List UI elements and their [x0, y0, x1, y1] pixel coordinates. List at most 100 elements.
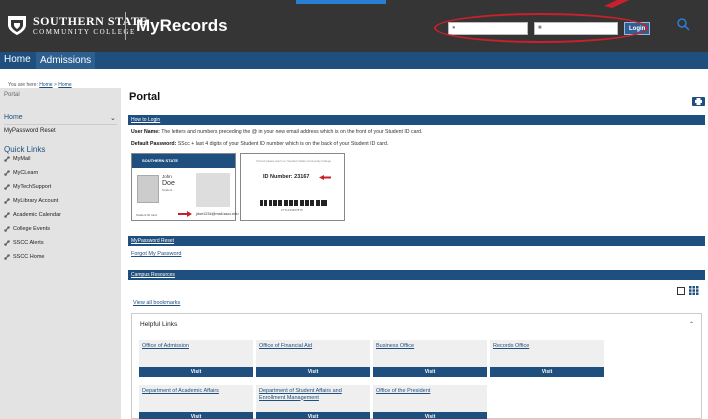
- password-text: SScc + last 4 digits of your Student ID …: [176, 141, 389, 147]
- link-card-title[interactable]: Office of the President: [376, 388, 484, 395]
- nav-admissions[interactable]: Admissions: [36, 52, 96, 69]
- link-card: Office of the President Visit: [373, 385, 487, 419]
- forgot-password-link[interactable]: Forgot My Password: [131, 251, 181, 257]
- card-header: SOUTHERN STATE: [132, 154, 235, 168]
- id-card-back: If found please return to: Southern Stat…: [240, 153, 345, 221]
- card-last-name: Doe: [162, 180, 175, 187]
- link-icon: [4, 240, 10, 246]
- sidebar-item-myclearn[interactable]: MyCLearn: [4, 170, 38, 176]
- grid-view-icon[interactable]: [689, 286, 699, 295]
- sidebar-link-label: Academic Calendar: [13, 212, 61, 218]
- college-logo[interactable]: SOUTHERN STATE COMMUNITY COLLEGE: [6, 14, 148, 36]
- sidebar-item-mylibrary[interactable]: MyLibrary Account: [4, 198, 58, 204]
- username-text: The letters and numbers preceding the @ …: [159, 129, 423, 135]
- password-reset-link[interactable]: MyPassword Reset: [131, 238, 174, 244]
- link-icon: [4, 212, 10, 218]
- how-to-login-link[interactable]: How to Login: [131, 117, 160, 123]
- sidebar-link-label: College Events: [13, 226, 50, 232]
- sidebar-item-password-reset[interactable]: MyPassword Reset: [4, 128, 56, 134]
- logo-line1: SOUTHERN STATE: [33, 13, 148, 28]
- card-brand: SOUTHERN STATE: [142, 158, 179, 163]
- card-id-label: Student ID card: [136, 213, 157, 217]
- card-email: jdoe1234@mail.sscc.edu: [196, 212, 239, 216]
- list-view-icon[interactable]: [677, 287, 685, 295]
- visit-button[interactable]: Visit: [139, 412, 253, 419]
- link-card: Department of Academic Affairs Visit: [139, 385, 253, 419]
- sidebar-item-academic-calendar[interactable]: Academic Calendar: [4, 212, 61, 218]
- link-card-title[interactable]: Department of Student Affairs and Enroll…: [259, 388, 367, 401]
- page-title: Portal: [129, 91, 161, 103]
- card-return-text: If found please return to: Southern Stat…: [256, 159, 331, 163]
- barcode-icon: [260, 200, 327, 206]
- visit-button[interactable]: Visit: [373, 412, 487, 419]
- quick-links-heading: Quick Links: [4, 145, 46, 154]
- photo-placeholder: [137, 175, 159, 203]
- visit-button[interactable]: Visit: [256, 367, 370, 377]
- header-divider: [125, 12, 126, 40]
- sidebar-item-mytechsupport[interactable]: MyTechSupport: [4, 184, 51, 190]
- link-card: Department of Student Affairs and Enroll…: [256, 385, 370, 419]
- link-card-title[interactable]: Office of Financial Aid: [259, 343, 367, 350]
- highlight-oval: [434, 13, 648, 43]
- cropped-blue-arrow-icon: [296, 0, 386, 4]
- sidebar-link-label: MyTechSupport: [13, 184, 52, 190]
- link-icon: [4, 170, 10, 176]
- link-card-title[interactable]: Business Office: [376, 343, 484, 350]
- link-icon: [4, 198, 10, 204]
- campus-resources-link[interactable]: Campus Resources: [131, 272, 175, 278]
- sidebar-link-label: SSCC Home: [13, 254, 45, 260]
- link-card: Office of Financial Aid Visit: [256, 340, 370, 377]
- red-arrow-icon: [319, 175, 331, 180]
- helpful-links-panel: Helpful Links ⌃ Office of Admission Visi…: [131, 313, 702, 419]
- sidebar-item-mymail[interactable]: MyMail: [4, 156, 30, 162]
- username-label: User Name:: [131, 129, 160, 135]
- visit-button[interactable]: Visit: [139, 367, 253, 377]
- visit-button[interactable]: Visit: [256, 412, 370, 419]
- sidebar-link-label: MyMail: [13, 156, 31, 162]
- card-first-name: John: [162, 174, 172, 179]
- card-id-number: ID Number: 23167: [263, 174, 310, 180]
- app-title: MyRecords: [136, 16, 228, 35]
- visit-button[interactable]: Visit: [490, 367, 604, 377]
- visit-button[interactable]: Visit: [373, 367, 487, 377]
- sidebar-item-home[interactable]: Home: [4, 114, 23, 121]
- sidebar-link-label: SSCC Alerts: [13, 240, 44, 246]
- chevron-up-icon[interactable]: ⌃: [689, 321, 694, 328]
- chevron-down-icon[interactable]: ⌄: [110, 114, 116, 122]
- link-card-title[interactable]: Office of Admission: [142, 343, 250, 350]
- sidebar-item-sscc-alerts[interactable]: SSCC Alerts: [4, 240, 44, 246]
- nav-bar: Home Admissions: [0, 52, 708, 69]
- link-card-title[interactable]: Records Office: [493, 343, 601, 350]
- link-card: Office of Admission Visit: [139, 340, 253, 377]
- logo-line2: COMMUNITY COLLEGE: [33, 27, 136, 36]
- print-icon: [695, 98, 702, 105]
- password-label: Default Password:: [131, 141, 177, 147]
- link-icon: [4, 156, 10, 162]
- sidebar: Portal Home ⌄ MyPassword Reset Quick Lin…: [0, 88, 121, 419]
- how-to-login-header: How to Login: [128, 115, 705, 125]
- barcode-number: 2771234567876: [281, 208, 303, 212]
- sidebar-item-college-events[interactable]: College Events: [4, 226, 50, 232]
- link-card: Records Office Visit: [490, 340, 604, 377]
- nav-home[interactable]: Home: [4, 54, 31, 65]
- username-instructions: User Name: The letters and numbers prece…: [131, 129, 423, 135]
- link-icon: [4, 184, 10, 190]
- link-card-title[interactable]: Department of Academic Affairs: [142, 388, 250, 395]
- red-arrow-icon: [604, 0, 630, 8]
- sidebar-link-label: MyLibrary Account: [13, 198, 59, 204]
- password-instructions: Default Password: SScc + last 4 digits o…: [131, 141, 388, 147]
- sidebar-item-sscc-home[interactable]: SSCC Home: [4, 254, 44, 260]
- card-role: Student: [162, 188, 173, 192]
- sidebar-divider: [4, 124, 117, 125]
- campus-resources-header: Campus Resources: [128, 270, 705, 280]
- helpful-links-title: Helpful Links: [140, 321, 178, 328]
- link-icon: [4, 226, 10, 232]
- print-button[interactable]: [692, 97, 705, 106]
- view-all-bookmarks-link[interactable]: View all bookmarks: [133, 300, 180, 306]
- link-icon: [4, 254, 10, 260]
- card-watermark: [196, 173, 230, 207]
- password-reset-header: MyPassword Reset: [128, 236, 705, 246]
- search-icon[interactable]: [676, 17, 690, 31]
- sidebar-portal-label: Portal: [4, 92, 20, 98]
- sidebar-link-label: MyCLearn: [13, 170, 39, 176]
